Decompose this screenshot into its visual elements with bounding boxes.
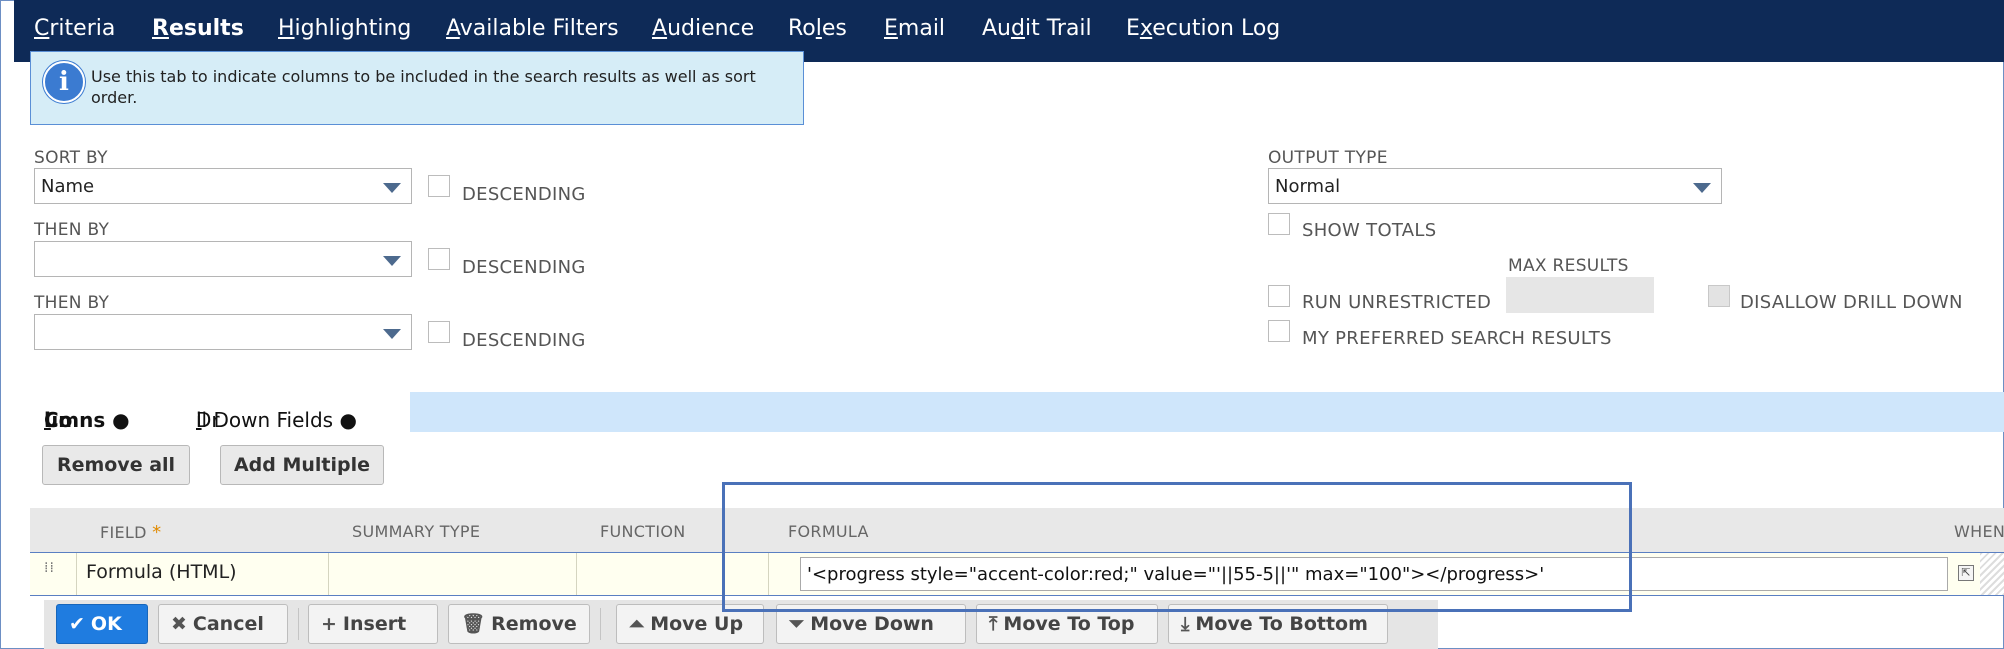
header-function: FUNCTION bbox=[600, 522, 686, 541]
cancel-button[interactable]: ✖ Cancel bbox=[158, 604, 288, 644]
insert-button[interactable]: + Insert bbox=[308, 604, 438, 644]
tab-available-filters[interactable]: Available Filters bbox=[446, 16, 619, 46]
descending-checkbox-2[interactable] bbox=[428, 248, 450, 270]
disallow-drill-down-label: DISALLOW DRILL DOWN bbox=[1740, 292, 1963, 313]
run-unrestricted-label: RUN UNRESTRICTED bbox=[1302, 292, 1492, 313]
check-icon: ✔ bbox=[69, 613, 85, 635]
then-by-label-1: THEN BY bbox=[34, 220, 110, 240]
run-unrestricted-checkbox[interactable] bbox=[1268, 285, 1290, 307]
sort-by-value: Name bbox=[41, 176, 95, 197]
chevron-down-icon bbox=[383, 256, 401, 266]
sort-by-select[interactable]: Name bbox=[34, 168, 412, 204]
add-multiple-button[interactable]: Add Multiple bbox=[220, 445, 384, 485]
subtab-bar: Co l umns ● Dr i ll Down Fields ● bbox=[30, 392, 2004, 432]
my-preferred-label: MY PREFERRED SEARCH RESULTS bbox=[1302, 328, 1612, 349]
my-preferred-checkbox[interactable] bbox=[1268, 320, 1290, 342]
output-type-label: OUTPUT TYPE bbox=[1268, 148, 1388, 168]
show-totals-label: SHOW TOTALS bbox=[1302, 220, 1437, 241]
output-type-value: Normal bbox=[1275, 176, 1341, 197]
toolbar-divider bbox=[298, 608, 299, 640]
show-totals-checkbox[interactable] bbox=[1268, 213, 1290, 235]
descending-label-3: DESCENDING bbox=[462, 330, 586, 351]
arrow-up-icon: ⏶ bbox=[629, 613, 645, 635]
highlight-rectangle bbox=[722, 482, 1632, 612]
required-asterisk: * bbox=[152, 522, 162, 543]
plus-icon: + bbox=[321, 613, 337, 635]
toolbar-divider bbox=[600, 608, 601, 640]
info-text: Use this tab to indicate columns to be i… bbox=[91, 67, 756, 107]
tab-criteria[interactable]: Criteria bbox=[34, 16, 115, 46]
header-field: FIELD * bbox=[100, 522, 162, 543]
chevron-down-icon bbox=[1693, 183, 1711, 193]
tab-audit-trail[interactable]: Audit Trail bbox=[982, 16, 1092, 46]
descending-label-1: DESCENDING bbox=[462, 184, 586, 205]
remove-button[interactable]: 🗑 Remove bbox=[448, 604, 590, 644]
remove-all-button[interactable]: Remove all bbox=[42, 445, 190, 485]
cell-divider bbox=[576, 553, 577, 595]
drag-handle-icon[interactable]: ⁞⁞ bbox=[44, 561, 55, 575]
output-type-select[interactable]: Normal bbox=[1268, 168, 1722, 204]
chevron-down-icon bbox=[383, 183, 401, 193]
expand-icon[interactable]: ⇱ bbox=[1958, 565, 1974, 581]
max-results-label: MAX RESULTS bbox=[1508, 256, 1629, 276]
trash-icon: 🗑 bbox=[461, 613, 486, 635]
then-by-label-2: THEN BY bbox=[34, 293, 110, 313]
header-summary-type: SUMMARY TYPE bbox=[352, 522, 481, 541]
descending-label-2: DESCENDING bbox=[462, 257, 586, 278]
cell-divider bbox=[76, 553, 77, 595]
then-by-select-1[interactable] bbox=[34, 241, 412, 277]
sort-by-label: SORT BY bbox=[34, 148, 108, 168]
descending-checkbox-1[interactable] bbox=[428, 175, 450, 197]
max-results-input[interactable] bbox=[1506, 277, 1654, 313]
then-by-select-2[interactable] bbox=[34, 314, 412, 350]
info-box: i Use this tab to indicate columns to be… bbox=[30, 51, 804, 125]
ok-button[interactable]: ✔ OK bbox=[56, 604, 148, 644]
info-icon: i bbox=[43, 61, 85, 103]
subtab-container: Co l umns ● Dr i ll Down Fields ● bbox=[30, 392, 410, 432]
tab-results[interactable]: Results bbox=[152, 16, 244, 46]
field-cell[interactable]: Formula (HTML) bbox=[86, 561, 237, 583]
tab-highlighting[interactable]: Highlighting bbox=[278, 16, 411, 46]
tab-email[interactable]: Email bbox=[884, 16, 945, 46]
tab-roles[interactable]: Roles bbox=[788, 16, 847, 46]
disallow-drill-down-checkbox[interactable] bbox=[1708, 285, 1730, 307]
close-icon: ✖ bbox=[171, 613, 187, 635]
tab-execution-log[interactable]: Execution Log bbox=[1126, 16, 1280, 46]
tab-audience[interactable]: Audience bbox=[652, 16, 754, 46]
descending-checkbox-3[interactable] bbox=[428, 321, 450, 343]
hatch-area bbox=[1980, 553, 2004, 595]
cell-divider bbox=[328, 553, 329, 595]
chevron-down-icon bbox=[383, 329, 401, 339]
header-when: WHEN bbox=[1954, 522, 2004, 541]
